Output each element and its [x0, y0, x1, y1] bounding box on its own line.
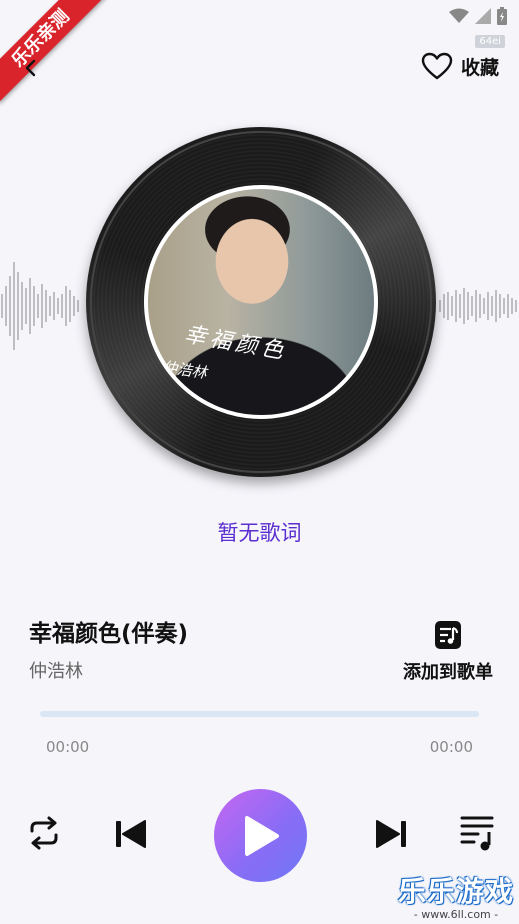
add-to-playlist-label: 添加到歌单 [403, 662, 493, 683]
favorite-button[interactable]: 收藏 [421, 52, 499, 80]
watermark-badge: 64ei [475, 35, 505, 48]
skip-next-icon[interactable] [374, 818, 408, 850]
watermark-ribbon: 乐乐亲测 [0, 0, 110, 110]
status-bar [449, 6, 507, 26]
vinyl-disc: 幸福颜色 仲浩林 [86, 127, 436, 477]
heart-outline-icon [421, 52, 453, 80]
playlist-queue-icon[interactable] [460, 814, 496, 852]
current-time: 00:00 [46, 738, 90, 756]
add-to-playlist-button[interactable]: 添加到歌单 [396, 620, 500, 684]
cover-title: 幸福颜色 [182, 322, 289, 365]
watermark-ribbon-text: 乐乐亲测 [0, 0, 105, 103]
skip-previous-icon[interactable] [114, 818, 148, 850]
play-button[interactable] [214, 789, 307, 882]
back-arrow-icon[interactable] [22, 58, 40, 78]
album-cover: 幸福颜色 仲浩林 [144, 185, 378, 419]
progress-bar[interactable] [40, 711, 479, 717]
battery-icon [497, 7, 507, 25]
lyrics-text: 暂无歌词 [217, 521, 302, 545]
watermark-brand-url: - www.6ll.com - [413, 908, 499, 921]
play-icon [244, 815, 279, 856]
signal-icon [475, 8, 491, 24]
watermark-brand: 乐乐游戏 - www.6ll.com - [397, 870, 515, 921]
song-artist: 仲浩林 [29, 661, 83, 682]
sound-wave-right [439, 288, 517, 324]
wifi-icon [449, 8, 469, 23]
sound-wave-left [1, 262, 79, 350]
watermark-brand-name: 乐乐游戏 [397, 875, 514, 908]
song-title: 幸福颜色(伴奏) [29, 621, 189, 647]
total-time: 00:00 [429, 738, 473, 756]
repeat-icon[interactable] [26, 816, 62, 850]
favorite-label: 收藏 [460, 56, 499, 79]
playlist-add-icon [435, 621, 461, 649]
